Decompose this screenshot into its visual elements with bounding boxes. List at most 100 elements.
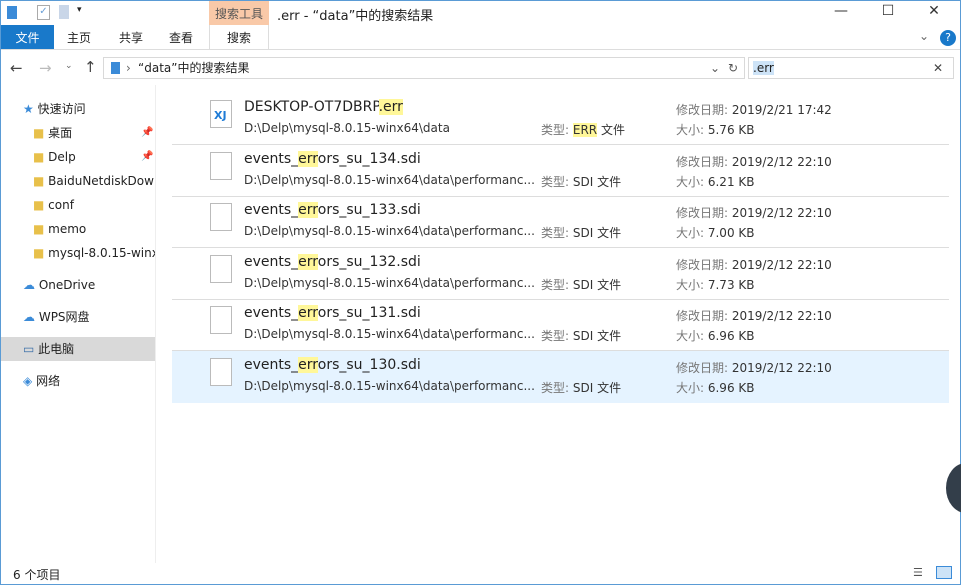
name-part: events_	[244, 253, 299, 270]
name-highlight: err	[298, 150, 318, 167]
file-type: 类型: SDI 文件	[541, 276, 621, 293]
file-row[interactable]: events_errors_su_131.sdi D:\Delp\mysql-8.…	[172, 299, 949, 352]
navigation-pane: ★ 快速访问 ■ 桌面 📌 ■ Delp 📌 ■ BaiduNetdiskDow ■…	[1, 97, 155, 393]
breadcrumb-chevron-icon[interactable]: ›	[126, 58, 131, 78]
file-type: 类型: SDI 文件	[541, 224, 621, 241]
file-icon	[210, 254, 232, 283]
nav-memo[interactable]: ■ memo	[1, 217, 155, 241]
vscode-file-icon: XJ	[210, 100, 232, 128]
window-title: .err - “data”中的搜索结果	[277, 9, 434, 24]
type-label: 类型:	[541, 123, 573, 137]
properties-icon[interactable]: ✓	[37, 5, 50, 20]
name-part: ors_su_134.sdi	[317, 150, 421, 167]
type-label: 类型:	[541, 226, 573, 241]
file-type: 类型: ERR 文件	[541, 121, 625, 138]
file-name[interactable]: events_errors_su_130.sdi	[244, 357, 421, 373]
tab-home[interactable]: 主页	[59, 25, 99, 49]
ribbon-divider	[1, 49, 960, 50]
clear-search-icon[interactable]: ✕	[933, 58, 943, 78]
file-type: 类型: SDI 文件	[541, 173, 621, 190]
size-value: 6.96 KB	[707, 381, 755, 395]
address-bar[interactable]: › “data”中的搜索结果 ⌄ ↻	[103, 57, 745, 79]
tab-search[interactable]: 搜索	[209, 25, 269, 49]
size-value: 5.76 KB	[707, 123, 755, 137]
file-row[interactable]: events_errors_su_130.sdi D:\Delp\mysql-8.…	[172, 351, 949, 403]
close-button[interactable]: ✕	[911, 3, 957, 19]
location-icon	[111, 62, 120, 74]
address-dropdown-icon[interactable]: ⌄	[710, 58, 720, 78]
recent-locations-chevron-icon[interactable]: ⌄	[65, 61, 73, 71]
name-highlight: err	[298, 305, 318, 322]
size-label: 大小:	[676, 277, 708, 292]
type-label: 类型:	[541, 381, 573, 395]
size-value: 7.73 KB	[707, 277, 755, 292]
nav-desktop[interactable]: ■ 桌面 📌	[1, 121, 155, 145]
file-path: D:\Delp\mysql-8.0.15-winx64\data	[244, 121, 450, 135]
up-arrow-icon[interactable]: ↑	[84, 58, 97, 76]
nav-mysql[interactable]: ■ mysql-8.0.15-winx	[1, 241, 155, 265]
type-value: SDI 文件	[572, 329, 622, 344]
search-input[interactable]: .err ✕	[748, 57, 954, 79]
size-value: 6.96 KB	[707, 329, 755, 344]
file-name[interactable]: events_errors_su_133.sdi	[244, 202, 421, 219]
nav-this-pc[interactable]: ▭ 此电脑	[1, 337, 155, 361]
minimize-button[interactable]: —	[818, 3, 864, 19]
pane-divider	[155, 85, 156, 563]
date-value: 2019/2/12 22:10	[731, 361, 832, 375]
size-value: 6.21 KB	[707, 174, 755, 189]
name-highlight: .err	[378, 99, 403, 115]
date-value: 2019/2/21 17:42	[731, 103, 832, 117]
maximize-button[interactable]: ☐	[865, 3, 911, 19]
new-folder-icon[interactable]	[59, 5, 69, 19]
name-highlight: err	[298, 253, 318, 270]
nav-onedrive[interactable]: ☁ OneDrive	[1, 273, 155, 297]
nav-label: 此电脑	[38, 342, 75, 356]
pin-icon: 📌	[141, 151, 154, 162]
nav-label: 快速访问	[37, 102, 86, 116]
nav-network[interactable]: ◈ 网络	[1, 369, 155, 393]
tab-share[interactable]: 共享	[111, 25, 151, 49]
back-arrow-icon[interactable]: ←	[10, 59, 23, 77]
file-icon	[210, 151, 232, 180]
type-label: 类型:	[541, 174, 573, 189]
nav-delp[interactable]: ■ Delp 📌	[1, 145, 155, 169]
file-icon	[210, 306, 232, 335]
file-row[interactable]: events_errors_su_134.sdi D:\Delp\mysql-8.…	[172, 145, 949, 197]
size-label: 大小:	[676, 123, 708, 137]
type-label: 类型:	[541, 277, 573, 292]
file-row[interactable]: events_errors_su_133.sdi D:\Delp\mysql-8.…	[172, 196, 949, 249]
tab-view[interactable]: 查看	[161, 25, 201, 49]
nav-label: Delp	[48, 150, 76, 164]
file-size: 大小: 7.73 KB	[676, 276, 755, 293]
nav-conf[interactable]: ■ conf	[1, 193, 155, 217]
size-label: 大小:	[676, 381, 708, 395]
tab-file[interactable]: 文件	[1, 25, 54, 49]
file-name[interactable]: events_errors_su_131.sdi	[244, 305, 421, 322]
folder-icon: ■	[33, 198, 45, 212]
file-type: 类型: SDI 文件	[541, 379, 621, 396]
floating-widget[interactable]	[946, 463, 961, 513]
expand-ribbon-chevron-icon[interactable]: ⌄	[919, 29, 929, 43]
file-row[interactable]: events_errors_su_132.sdi D:\Delp\mysql-8.…	[172, 248, 949, 300]
name-part: events_	[244, 305, 299, 322]
customize-toolbar-chevron-icon[interactable]: ▾	[77, 5, 82, 15]
date-value: 2019/2/12 22:10	[731, 206, 832, 221]
file-row[interactable]: XJ DESKTOP-OT7DBRP.err D:\Delp\mysql-8.0.1…	[172, 93, 949, 145]
nav-baidunetdisk[interactable]: ■ BaiduNetdiskDow	[1, 169, 155, 193]
pin-icon: 📌	[141, 127, 154, 138]
help-button[interactable]: ?	[940, 30, 956, 46]
large-icons-view-icon[interactable]	[936, 566, 952, 579]
forward-arrow-icon[interactable]: →	[39, 59, 52, 77]
file-name[interactable]: events_errors_su_134.sdi	[244, 150, 421, 167]
nav-quick-access[interactable]: ★ 快速访问	[1, 97, 155, 121]
nav-label: WPS网盘	[38, 310, 90, 324]
file-icon	[210, 203, 232, 232]
file-size: 大小: 5.76 KB	[676, 121, 755, 138]
refresh-icon[interactable]: ↻	[728, 58, 738, 78]
details-view-icon[interactable]: ☰	[913, 566, 923, 579]
nav-wps[interactable]: ☁ WPS网盘	[1, 305, 155, 329]
folder-icon: ■	[33, 222, 45, 236]
file-name[interactable]: DESKTOP-OT7DBRP.err	[244, 99, 403, 115]
file-name[interactable]: events_errors_su_132.sdi	[244, 253, 421, 270]
file-path: D:\Delp\mysql-8.0.15-winx64\data\perform…	[244, 172, 535, 187]
